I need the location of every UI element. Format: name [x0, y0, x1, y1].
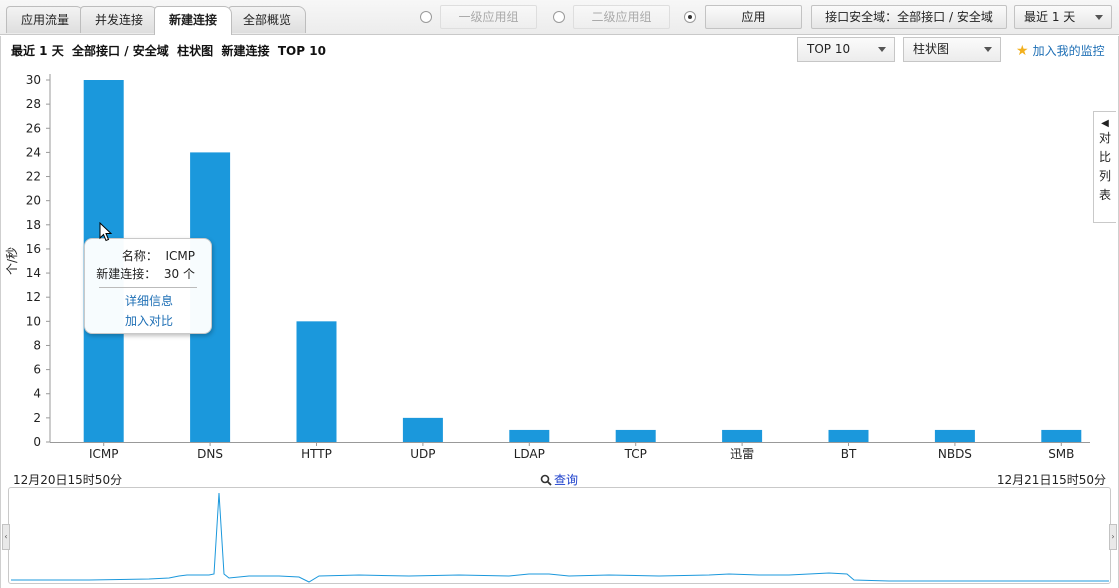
y-tick-label: 10 [26, 314, 41, 328]
x-tick-label: TCP [624, 447, 647, 461]
query-link[interactable]: 查询 [540, 471, 578, 488]
y-axis-label: 个/秒 [5, 247, 19, 275]
y-tick-label: 20 [26, 194, 41, 208]
y-tick-label: 2 [33, 411, 41, 425]
add-monitor-label: 加入我的监控 [1032, 44, 1105, 58]
tooltip-value: 新建连接： 30 个 [96, 267, 195, 281]
bar-tooltip: 名称： ICMP 新建连接： 30 个 详细信息 加入对比 [84, 238, 212, 334]
apply-radio[interactable] [684, 11, 696, 23]
level2-radio[interactable] [553, 11, 565, 23]
tooltip-detail-link[interactable]: 详细信息 [85, 292, 213, 309]
compare-list-char: 表 [1098, 188, 1111, 202]
level2-group-button[interactable]: 二级应用组 [573, 5, 670, 29]
bar [402, 417, 443, 442]
compare-list-char: 比 [1098, 150, 1111, 164]
y-tick-label: 12 [26, 290, 41, 304]
x-tick-label: UDP [410, 447, 435, 461]
tab-overview[interactable]: 全部概览 [228, 6, 307, 33]
overview-end-time: 12月21日15时50分 [996, 473, 1106, 487]
y-tick-label: 8 [33, 338, 41, 352]
bar [828, 429, 869, 442]
bar [509, 429, 550, 442]
x-tick-label: LDAP [514, 447, 545, 461]
mouse-cursor-icon [99, 222, 113, 242]
bar [934, 429, 975, 442]
y-tick-label: 6 [33, 363, 41, 377]
compare-list-char: 对 [1098, 131, 1111, 145]
y-tick-label: 24 [26, 145, 41, 159]
tab-concurrent-connections[interactable]: 并发连接 [80, 6, 159, 33]
tooltip-divider [99, 287, 197, 288]
add-monitor-link[interactable]: ★ 加入我的监控 [1016, 42, 1105, 59]
top-n-value: TOP 10 [807, 42, 851, 56]
y-tick-label: 30 [26, 73, 41, 87]
bar [722, 429, 763, 442]
level1-group-option: 一级应用组 [420, 5, 537, 29]
bar [1041, 429, 1082, 442]
x-tick-label: NBDS [938, 447, 972, 461]
y-tick-label: 22 [26, 170, 41, 184]
apply-button[interactable]: 应用 [705, 5, 802, 29]
compare-list-char: 列 [1098, 169, 1111, 183]
chart-type-value: 柱状图 [913, 42, 950, 56]
time-range-select[interactable]: 最近 1 天 [1014, 5, 1112, 29]
search-icon [540, 474, 552, 486]
y-tick-label: 28 [26, 97, 41, 111]
x-tick-label: SMB [1048, 447, 1074, 461]
bar [615, 429, 656, 442]
top-n-select[interactable]: TOP 10 [797, 37, 895, 62]
compare-list-toggle[interactable]: ◀ 对 比 列 表 [1093, 111, 1116, 223]
y-tick-label: 14 [26, 266, 41, 280]
bar [296, 321, 337, 442]
time-range-label: 最近 1 天 [1024, 10, 1076, 24]
query-label: 查询 [554, 473, 579, 487]
level1-radio[interactable] [420, 11, 432, 23]
overview-start-time: 12月20日15时50分 [13, 473, 123, 487]
y-tick-label: 18 [26, 218, 41, 232]
y-tick-label: 16 [26, 242, 41, 256]
triangle-left-icon: ◀ [1101, 118, 1109, 129]
x-tick-label: ICMP [89, 447, 119, 461]
chevron-down-icon [878, 47, 886, 52]
interface-scope-button[interactable]: 接口安全域：全部接口 / 安全域 [811, 5, 1007, 29]
star-icon: ★ [1016, 42, 1029, 59]
tab-new-connections[interactable]: 新建连接 [154, 6, 233, 35]
y-tick-label: 26 [26, 121, 41, 135]
overview-timeline[interactable] [8, 487, 1111, 584]
overview-sparkline [11, 492, 1109, 583]
overview-right-handle[interactable]: › [1109, 524, 1117, 550]
x-tick-label: 迅雷 [730, 447, 754, 461]
tooltip-compare-link[interactable]: 加入对比 [85, 312, 213, 329]
tab-strip: 应用流量 并发连接 新建连接 全部概览 [6, 6, 307, 35]
chevron-down-icon [984, 47, 992, 52]
x-tick-label: BT [841, 447, 857, 461]
overview-left-handle[interactable]: ‹ [2, 524, 10, 550]
chevron-down-icon [1095, 15, 1103, 20]
top-toolbar: 应用流量 并发连接 新建连接 全部概览 一级应用组 二级应用组 应用 接口安全域… [0, 0, 1119, 35]
chart-type-select[interactable]: 柱状图 [903, 37, 1001, 62]
x-tick-label: DNS [197, 447, 223, 461]
y-tick-label: 0 [33, 435, 41, 449]
chart-subtitle: 最近 1 天 全部接口 / 安全域 柱状图 新建连接 TOP 10 [11, 44, 326, 58]
x-tick-label: HTTP [301, 447, 332, 461]
level2-group-option: 二级应用组 [553, 5, 670, 29]
apply-option [684, 5, 704, 29]
level1-group-button[interactable]: 一级应用组 [440, 5, 537, 29]
y-tick-label: 4 [33, 387, 41, 401]
tab-app-traffic[interactable]: 应用流量 [6, 6, 85, 33]
tooltip-name: 名称： ICMP [121, 249, 195, 263]
